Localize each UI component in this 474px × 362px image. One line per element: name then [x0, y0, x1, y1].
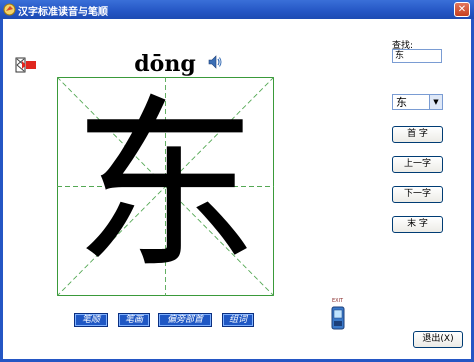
close-button[interactable]: ✕: [454, 2, 470, 17]
search-input[interactable]: 东: [392, 49, 442, 63]
window-frame-left: [0, 19, 3, 362]
tab-strokes[interactable]: 笔画: [118, 313, 150, 327]
tab-stroke-order[interactable]: 笔顺: [74, 313, 108, 327]
quit-button[interactable]: 退出(X): [413, 331, 463, 348]
next-char-button[interactable]: 下一字: [392, 186, 443, 203]
tab-words[interactable]: 组词: [222, 313, 254, 327]
chevron-down-icon[interactable]: ▼: [429, 95, 442, 109]
exit-door-icon[interactable]: [15, 55, 37, 75]
character-display: 东: [73, 78, 258, 294]
tab-radical[interactable]: 偏旁部首: [158, 313, 212, 327]
last-char-button[interactable]: 末 字: [392, 216, 443, 233]
pinyin-label: dōng: [134, 51, 196, 77]
app-icon: [3, 3, 16, 16]
exit-device-icon[interactable]: [331, 306, 345, 330]
title-bar: 汉字标准读音与笔顺 ✕: [0, 0, 474, 19]
speaker-icon[interactable]: [207, 54, 223, 70]
prev-char-button[interactable]: 上一字: [392, 156, 443, 173]
dropdown-value: 东: [396, 96, 407, 109]
exit-icon-label: EXIT: [332, 298, 344, 304]
character-dropdown[interactable]: 东 ▼: [392, 94, 443, 110]
window-title: 汉字标准读音与笔顺: [18, 7, 108, 18]
first-char-button[interactable]: 首 字: [392, 126, 443, 143]
